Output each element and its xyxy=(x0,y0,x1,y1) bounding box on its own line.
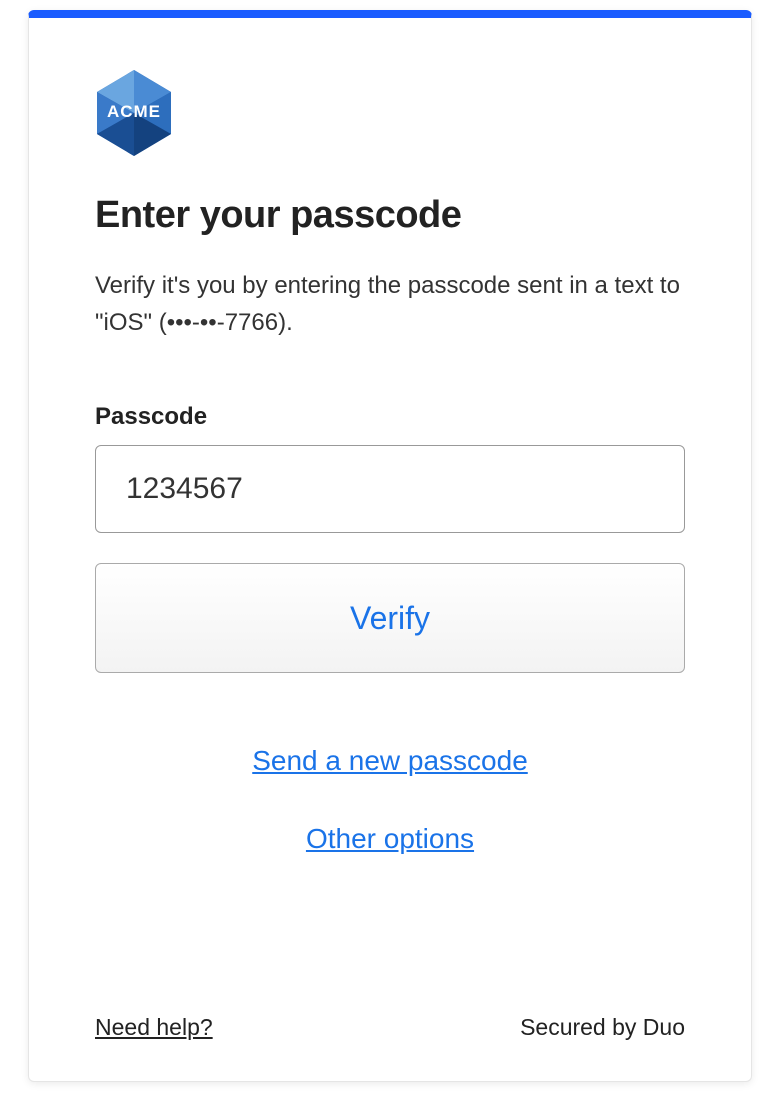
secondary-links: Send a new passcode Other options xyxy=(95,745,685,855)
auth-card: ACME Enter your passcode Verify it's you… xyxy=(28,10,752,1082)
logo-text: ACME xyxy=(107,102,161,122)
other-options-link[interactable]: Other options xyxy=(306,823,474,855)
logo-container: ACME xyxy=(95,68,685,158)
secured-by-label: Secured by Duo xyxy=(520,1014,685,1041)
page-title: Enter your passcode xyxy=(95,194,685,237)
instruction-text: Verify it's you by entering the passcode… xyxy=(95,267,685,341)
need-help-link[interactable]: Need help? xyxy=(95,1014,213,1041)
passcode-label: Passcode xyxy=(95,403,685,431)
resend-passcode-link[interactable]: Send a new passcode xyxy=(252,745,528,777)
verify-button[interactable]: Verify xyxy=(95,563,685,673)
footer: Need help? Secured by Duo xyxy=(95,974,685,1041)
passcode-input[interactable] xyxy=(95,445,685,533)
acme-logo: ACME xyxy=(95,68,173,158)
